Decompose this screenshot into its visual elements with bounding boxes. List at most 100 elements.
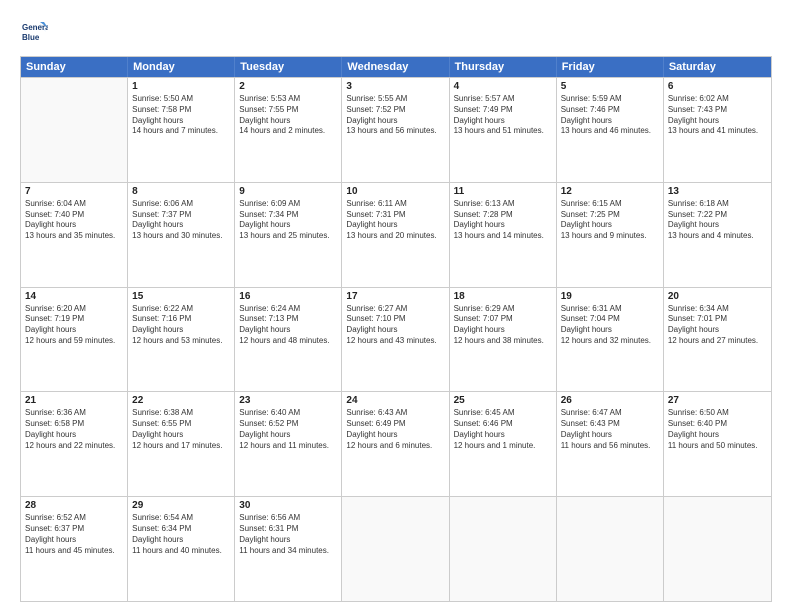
day-number: 30 <box>239 500 337 511</box>
day-info: Sunrise: 6:24 AMSunset: 7:13 PMDaylight … <box>239 304 337 347</box>
cal-cell: 8Sunrise: 6:06 AMSunset: 7:37 PMDaylight… <box>128 183 235 287</box>
calendar: SundayMondayTuesdayWednesdayThursdayFrid… <box>20 56 772 602</box>
day-number: 28 <box>25 500 123 511</box>
day-number: 27 <box>668 395 767 406</box>
cal-cell: 23 Sunrise: 6:40 AMSunset: 6:52 PMDayligh… <box>235 392 342 496</box>
day-info: Sunrise: 6:36 AMSunset: 6:58 PMDaylight … <box>25 408 123 451</box>
cal-cell: 25 Sunrise: 6:45 AMSunset: 6:46 PMDayligh… <box>450 392 557 496</box>
day-info: Sunrise: 5:50 AMSunset: 7:58 PMDaylight … <box>132 94 230 137</box>
cal-cell: 10 Sunrise: 6:11 AMSunset: 7:31 PMDayligh… <box>342 183 449 287</box>
day-number: 22 <box>132 395 230 406</box>
cal-row-3: 21Sunrise: 6:36 AMSunset: 6:58 PMDayligh… <box>21 391 771 496</box>
day-info: Sunrise: 6:38 AMSunset: 6:55 PMDaylight … <box>132 408 230 451</box>
cal-cell: 17Sunrise: 6:27 AMSunset: 7:10 PMDayligh… <box>342 288 449 392</box>
cal-cell: 21Sunrise: 6:36 AMSunset: 6:58 PMDayligh… <box>21 392 128 496</box>
cal-cell: 27 Sunrise: 6:50 AMSunset: 6:40 PMDayligh… <box>664 392 771 496</box>
cal-cell: 1 Sunrise: 5:50 AMSunset: 7:58 PMDaylight… <box>128 78 235 182</box>
day-number: 15 <box>132 291 230 302</box>
day-number: 5 <box>561 81 659 92</box>
day-info: Sunrise: 6:20 AMSunset: 7:19 PMDaylight … <box>25 304 123 347</box>
day-info: Sunrise: 6:04 AMSunset: 7:40 PMDaylight … <box>25 199 123 242</box>
cal-cell: 5 Sunrise: 5:59 AMSunset: 7:46 PMDaylight… <box>557 78 664 182</box>
cal-cell: 7 Sunrise: 6:04 AMSunset: 7:40 PMDaylight… <box>21 183 128 287</box>
logo: General Blue <box>20 18 52 46</box>
calendar-header: SundayMondayTuesdayWednesdayThursdayFrid… <box>21 57 771 77</box>
day-info: Sunrise: 6:45 AMSunset: 6:46 PMDaylight … <box>454 408 552 451</box>
day-info: Sunrise: 5:53 AMSunset: 7:55 PMDaylight … <box>239 94 337 137</box>
cal-cell <box>557 497 664 601</box>
svg-text:Blue: Blue <box>22 33 40 42</box>
cal-cell: 18Sunrise: 6:29 AMSunset: 7:07 PMDayligh… <box>450 288 557 392</box>
day-info: Sunrise: 6:27 AMSunset: 7:10 PMDaylight … <box>346 304 444 347</box>
day-info: Sunrise: 6:34 AMSunset: 7:01 PMDaylight … <box>668 304 767 347</box>
cal-header-monday: Monday <box>128 57 235 77</box>
day-info: Sunrise: 6:52 AMSunset: 6:37 PMDaylight … <box>25 513 123 556</box>
day-info: Sunrise: 6:43 AMSunset: 6:49 PMDaylight … <box>346 408 444 451</box>
day-number: 9 <box>239 186 337 197</box>
day-info: Sunrise: 6:15 AMSunset: 7:25 PMDaylight … <box>561 199 659 242</box>
day-number: 10 <box>346 186 444 197</box>
cal-header-sunday: Sunday <box>21 57 128 77</box>
day-info: Sunrise: 5:59 AMSunset: 7:46 PMDaylight … <box>561 94 659 137</box>
cal-cell <box>342 497 449 601</box>
day-number: 6 <box>668 81 767 92</box>
cal-cell: 4 Sunrise: 5:57 AMSunset: 7:49 PMDaylight… <box>450 78 557 182</box>
calendar-body: 1 Sunrise: 5:50 AMSunset: 7:58 PMDaylight… <box>21 77 771 601</box>
day-number: 4 <box>454 81 552 92</box>
day-number: 1 <box>132 81 230 92</box>
day-info: Sunrise: 6:22 AMSunset: 7:16 PMDaylight … <box>132 304 230 347</box>
day-number: 14 <box>25 291 123 302</box>
cal-cell: 2Sunrise: 5:53 AMSunset: 7:55 PMDaylight… <box>235 78 342 182</box>
logo-icon: General Blue <box>20 18 48 46</box>
cal-cell <box>450 497 557 601</box>
day-number: 11 <box>454 186 552 197</box>
day-info: Sunrise: 6:31 AMSunset: 7:04 PMDaylight … <box>561 304 659 347</box>
day-number: 25 <box>454 395 552 406</box>
cal-cell: 29Sunrise: 6:54 AMSunset: 6:34 PMDayligh… <box>128 497 235 601</box>
day-number: 18 <box>454 291 552 302</box>
day-number: 12 <box>561 186 659 197</box>
day-info: Sunrise: 6:18 AMSunset: 7:22 PMDaylight … <box>668 199 767 242</box>
day-info: Sunrise: 5:55 AMSunset: 7:52 PMDaylight … <box>346 94 444 137</box>
day-info: Sunrise: 6:47 AMSunset: 6:43 PMDaylight … <box>561 408 659 451</box>
cal-row-4: 28 Sunrise: 6:52 AMSunset: 6:37 PMDayligh… <box>21 496 771 601</box>
header: General Blue <box>20 18 772 46</box>
day-info: Sunrise: 6:56 AMSunset: 6:31 PMDaylight … <box>239 513 337 556</box>
cal-header-saturday: Saturday <box>664 57 771 77</box>
day-number: 13 <box>668 186 767 197</box>
day-info: Sunrise: 6:13 AMSunset: 7:28 PMDaylight … <box>454 199 552 242</box>
day-info: Sunrise: 6:09 AMSunset: 7:34 PMDaylight … <box>239 199 337 242</box>
cal-cell: 9 Sunrise: 6:09 AMSunset: 7:34 PMDaylight… <box>235 183 342 287</box>
cal-cell: 19 Sunrise: 6:31 AMSunset: 7:04 PMDayligh… <box>557 288 664 392</box>
day-number: 19 <box>561 291 659 302</box>
cal-cell: 15 Sunrise: 6:22 AMSunset: 7:16 PMDayligh… <box>128 288 235 392</box>
day-info: Sunrise: 6:06 AMSunset: 7:37 PMDaylight … <box>132 199 230 242</box>
cal-header-tuesday: Tuesday <box>235 57 342 77</box>
day-number: 7 <box>25 186 123 197</box>
cal-cell <box>21 78 128 182</box>
day-number: 23 <box>239 395 337 406</box>
day-info: Sunrise: 6:02 AMSunset: 7:43 PMDaylight … <box>668 94 767 137</box>
day-number: 16 <box>239 291 337 302</box>
day-info: Sunrise: 5:57 AMSunset: 7:49 PMDaylight … <box>454 94 552 137</box>
day-number: 24 <box>346 395 444 406</box>
cal-row-2: 14 Sunrise: 6:20 AMSunset: 7:19 PMDayligh… <box>21 287 771 392</box>
day-info: Sunrise: 6:11 AMSunset: 7:31 PMDaylight … <box>346 199 444 242</box>
cal-cell: 13 Sunrise: 6:18 AMSunset: 7:22 PMDayligh… <box>664 183 771 287</box>
cal-cell <box>664 497 771 601</box>
cal-cell: 14 Sunrise: 6:20 AMSunset: 7:19 PMDayligh… <box>21 288 128 392</box>
day-info: Sunrise: 6:50 AMSunset: 6:40 PMDaylight … <box>668 408 767 451</box>
cal-row-0: 1 Sunrise: 5:50 AMSunset: 7:58 PMDaylight… <box>21 77 771 182</box>
cal-cell: 12 Sunrise: 6:15 AMSunset: 7:25 PMDayligh… <box>557 183 664 287</box>
cal-header-wednesday: Wednesday <box>342 57 449 77</box>
cal-cell: 11 Sunrise: 6:13 AMSunset: 7:28 PMDayligh… <box>450 183 557 287</box>
cal-cell: 16 Sunrise: 6:24 AMSunset: 7:13 PMDayligh… <box>235 288 342 392</box>
cal-cell: 20 Sunrise: 6:34 AMSunset: 7:01 PMDayligh… <box>664 288 771 392</box>
cal-cell: 28 Sunrise: 6:52 AMSunset: 6:37 PMDayligh… <box>21 497 128 601</box>
cal-cell: 24 Sunrise: 6:43 AMSunset: 6:49 PMDayligh… <box>342 392 449 496</box>
cal-cell: 26Sunrise: 6:47 AMSunset: 6:43 PMDayligh… <box>557 392 664 496</box>
day-info: Sunrise: 6:40 AMSunset: 6:52 PMDaylight … <box>239 408 337 451</box>
day-number: 20 <box>668 291 767 302</box>
cal-row-1: 7 Sunrise: 6:04 AMSunset: 7:40 PMDaylight… <box>21 182 771 287</box>
day-info: Sunrise: 6:54 AMSunset: 6:34 PMDaylight … <box>132 513 230 556</box>
